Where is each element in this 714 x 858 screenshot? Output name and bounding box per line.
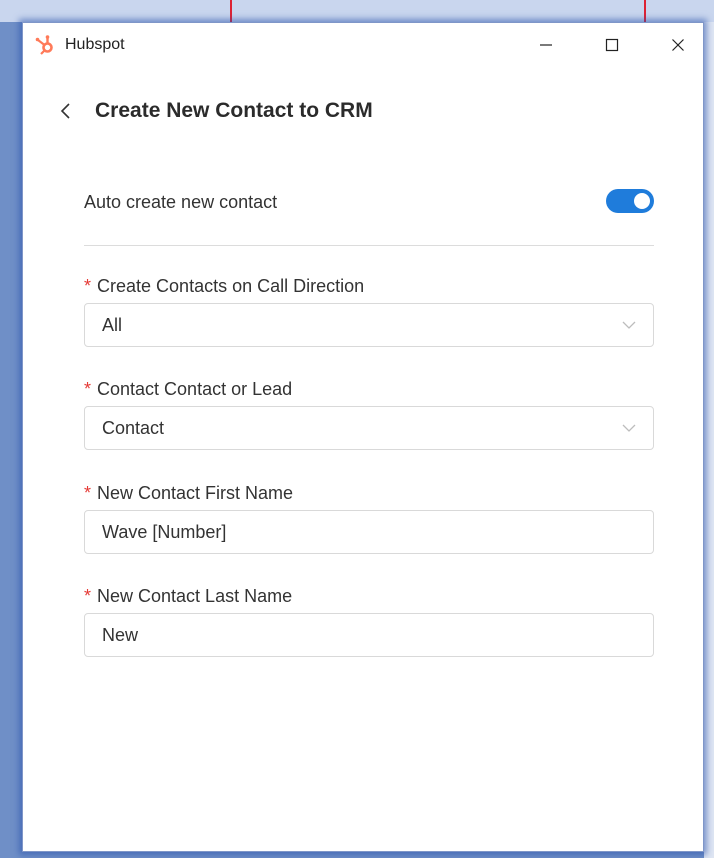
auto-create-label: Auto create new contact	[84, 192, 278, 212]
call-direction-field: * Create Contacts on Call Direction All	[84, 275, 654, 347]
required-mark: *	[84, 483, 92, 503]
first-name-label: New Contact First Name	[97, 483, 294, 503]
call-direction-label: Create Contacts on Call Direction	[97, 276, 365, 296]
chevron-left-icon[interactable]	[59, 99, 75, 123]
chevron-down-icon	[622, 424, 636, 432]
first-name-label-row: * New Contact First Name	[84, 482, 654, 504]
minimize-icon	[540, 44, 552, 46]
required-mark: *	[84, 586, 92, 606]
hubspot-window: Hubspot Create New Contact to CRM Auto c…	[22, 22, 704, 852]
page-header: Create New Contact to CRM	[59, 97, 373, 125]
close-icon	[672, 39, 684, 51]
first-name-input[interactable]: Wave [Number]	[84, 510, 654, 554]
page-title: Create New Contact to CRM	[95, 99, 373, 122]
last-name-value: New	[102, 625, 139, 645]
call-direction-value: All	[102, 315, 123, 335]
window-title: Hubspot	[65, 36, 125, 53]
call-direction-label-row: * Create Contacts on Call Direction	[84, 275, 654, 297]
divider	[84, 245, 654, 246]
title-bar[interactable]: Hubspot	[23, 23, 703, 67]
toggle-knob	[634, 193, 650, 209]
required-mark: *	[84, 276, 92, 296]
first-name-value: Wave [Number]	[102, 522, 227, 542]
auto-create-row: Auto create new contact	[84, 189, 654, 215]
required-mark: *	[84, 379, 92, 399]
background-marker	[230, 0, 232, 22]
last-name-label-row: * New Contact Last Name	[84, 585, 654, 607]
last-name-label: New Contact Last Name	[97, 586, 293, 606]
contact-type-label-row: * Contact Contact or Lead	[84, 378, 654, 400]
call-direction-select[interactable]: All	[84, 303, 654, 347]
hubspot-logo-icon	[35, 34, 55, 56]
maximize-button[interactable]	[589, 23, 635, 67]
maximize-icon	[605, 38, 619, 52]
first-name-field: * New Contact First Name Wave [Number]	[84, 482, 654, 554]
background-window-strip	[0, 0, 714, 22]
background-window-edge	[704, 22, 714, 858]
last-name-field: * New Contact Last Name New	[84, 585, 654, 657]
auto-create-toggle[interactable]	[606, 189, 654, 213]
close-button[interactable]	[655, 23, 701, 67]
contact-type-select[interactable]: Contact	[84, 406, 654, 450]
contact-type-label: Contact Contact or Lead	[97, 379, 293, 399]
contact-type-field: * Contact Contact or Lead Contact	[84, 378, 654, 450]
minimize-button[interactable]	[523, 23, 569, 67]
contact-type-value: Contact	[102, 418, 165, 438]
background-marker	[644, 0, 646, 22]
chevron-down-icon	[622, 321, 636, 329]
last-name-input[interactable]: New	[84, 613, 654, 657]
